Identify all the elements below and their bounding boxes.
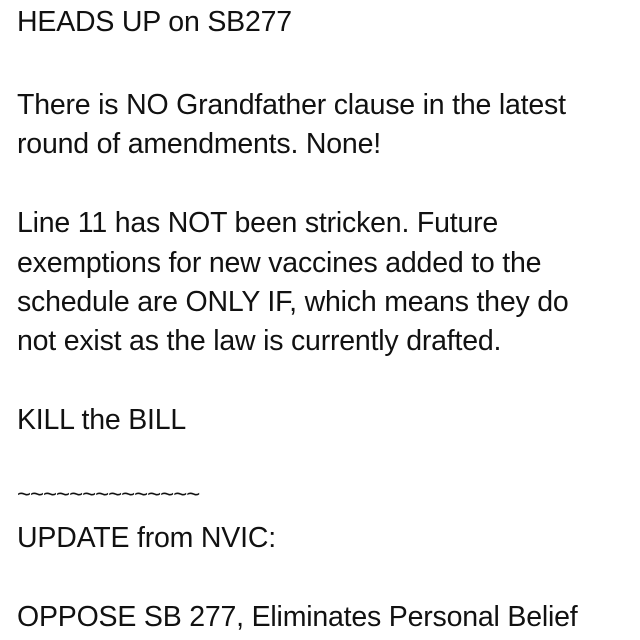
heading: HEADS UP on SB277 xyxy=(17,6,292,38)
paragraph-2-line-1: Line 11 has NOT been stricken. Future xyxy=(17,207,499,239)
paragraph-2-line-4: not exist as the law is currently drafte… xyxy=(17,325,502,357)
paragraph-2-line-3: schedule are ONLY IF, which means they d… xyxy=(17,286,569,318)
paragraph-2-line-2: exemptions for new vaccines added to the xyxy=(17,247,542,279)
update-heading: UPDATE from NVIC: xyxy=(17,522,276,554)
note-document: HEADS UP on SB277 There is NO Grandfathe… xyxy=(0,0,640,640)
paragraph-1-line-2: round of amendments. None! xyxy=(17,128,381,160)
paragraph-1-line-1: There is NO Grandfather clause in the la… xyxy=(17,89,566,121)
call-to-action: KILL the BILL xyxy=(17,404,187,436)
update-text: OPPOSE SB 277, Eliminates Personal Belie… xyxy=(17,601,578,633)
separator: ~~~~~~~~~~~~~~ xyxy=(17,481,200,508)
